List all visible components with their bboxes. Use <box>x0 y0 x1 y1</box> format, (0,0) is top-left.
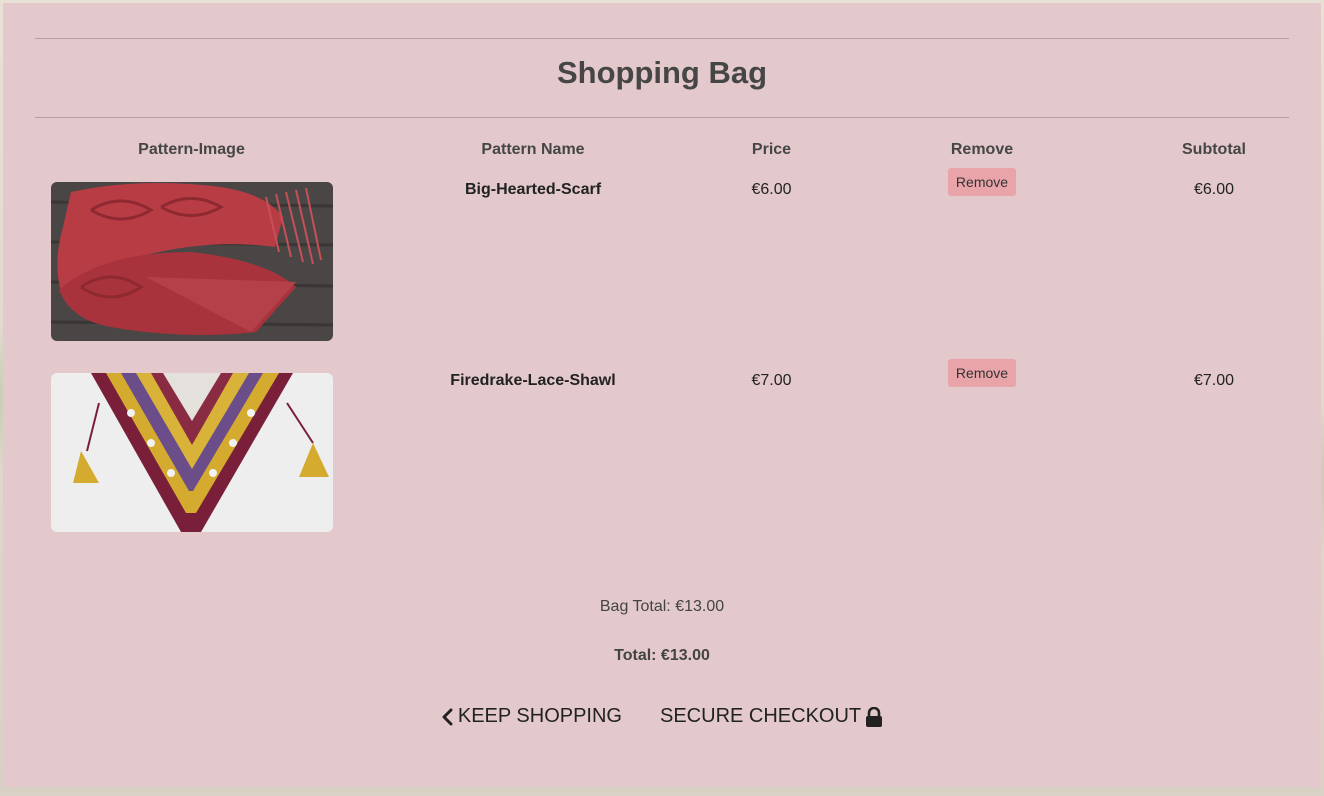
bag-total: Bag Total: €13.00 <box>599 598 725 615</box>
header-pattern-image: Pattern-Image <box>138 141 245 158</box>
header-price: Price <box>751 141 792 158</box>
table-row: Big-Hearted-Scarf €6.00 Remove €6.00 <box>35 167 1289 358</box>
grand-total: Total: €13.00 <box>614 647 710 664</box>
shopping-bag-panel: Shopping Bag Pattern-Image Pattern Name … <box>3 3 1321 787</box>
secure-checkout-button[interactable]: SECURE CHECKOUT <box>660 705 883 728</box>
subtotal: €6.00 <box>1193 181 1235 198</box>
divider <box>35 117 1289 118</box>
price: €6.00 <box>751 181 792 198</box>
chevron-left-icon <box>441 708 454 726</box>
subtotal: €7.00 <box>1193 372 1235 389</box>
shawl-image[interactable] <box>51 373 333 532</box>
divider <box>35 38 1289 39</box>
pattern-name[interactable]: Firedrake-Lace-Shawl <box>348 358 718 390</box>
bag-actions: KEEP SHOPPING SECURE CHECKOUT <box>3 705 1321 728</box>
secure-checkout-label: SECURE CHECKOUT <box>660 705 862 727</box>
remove-button[interactable]: Remove <box>947 168 1017 196</box>
remove-cell: Remove <box>825 167 1139 196</box>
keep-shopping-button[interactable]: KEEP SHOPPING <box>441 705 622 728</box>
bag-table: Pattern-Image Pattern Name Price Remove … <box>35 133 1289 549</box>
header-subtotal: Subtotal <box>1182 141 1246 158</box>
keep-shopping-label: KEEP SHOPPING <box>457 705 622 727</box>
table-header: Pattern-Image Pattern Name Price Remove … <box>35 133 1289 167</box>
lock-icon <box>865 706 883 727</box>
header-pattern-name: Pattern Name <box>481 141 585 158</box>
table-row: Firedrake-Lace-Shawl €7.00 Remove €7.00 <box>35 358 1289 549</box>
scarf-image[interactable] <box>51 182 333 341</box>
pattern-image-cell <box>35 358 348 532</box>
page-title: Shopping Bag <box>556 55 768 90</box>
remove-button[interactable]: Remove <box>947 359 1017 387</box>
remove-cell: Remove <box>825 358 1139 387</box>
pattern-name[interactable]: Big-Hearted-Scarf <box>348 167 718 199</box>
totals-section: Bag Total: €13.00 Total: €13.00 <box>3 598 1321 665</box>
price: €7.00 <box>751 372 792 389</box>
header-remove: Remove <box>950 141 1014 158</box>
pattern-image-cell <box>35 167 348 341</box>
